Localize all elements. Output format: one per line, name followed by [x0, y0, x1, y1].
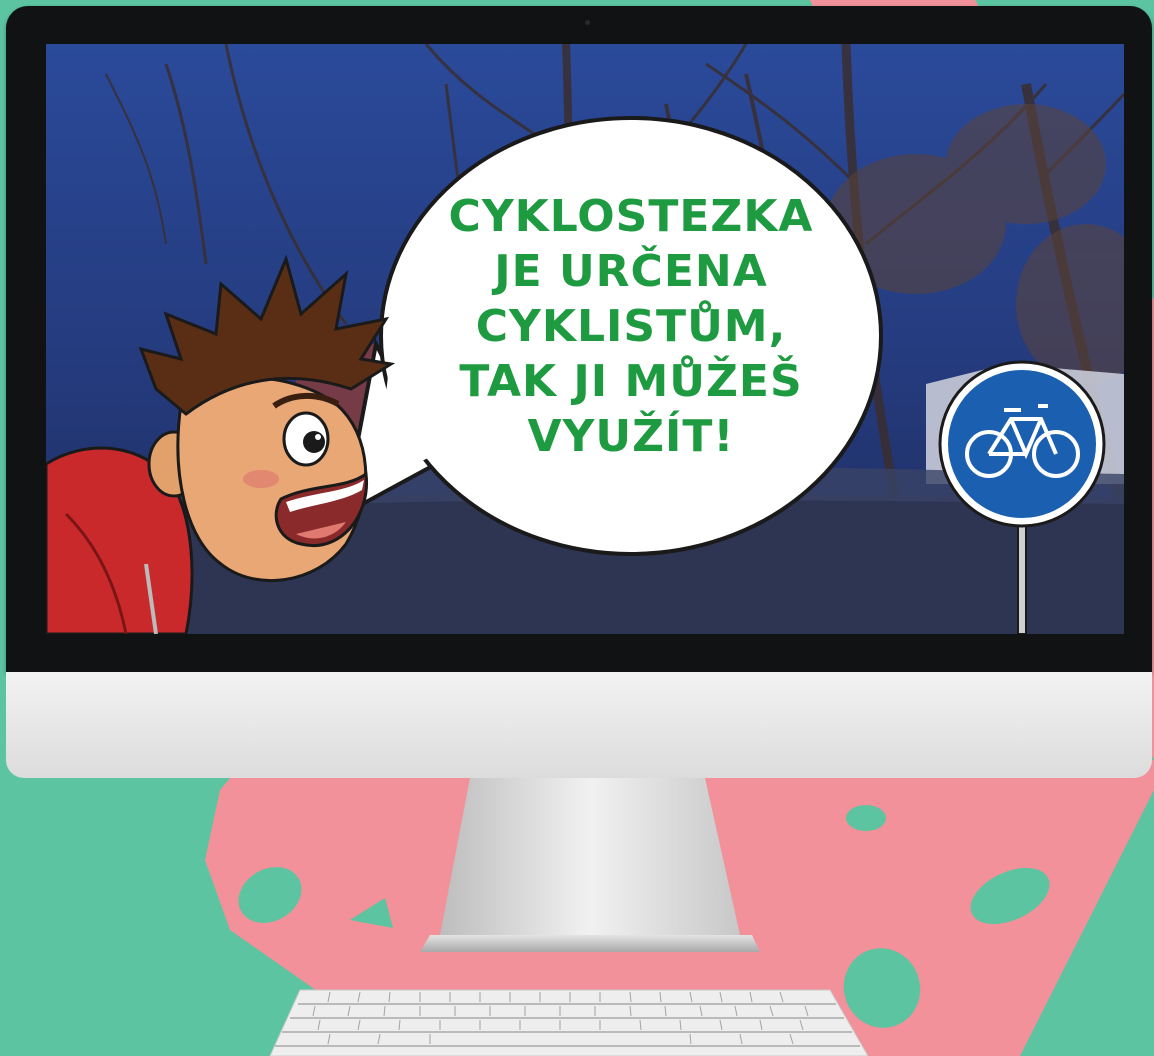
monitor-screen: CYKLOSTEZKA JE URČENA CYKLISTŮM, TAK JI … [46, 44, 1124, 634]
camera-icon [585, 20, 590, 25]
sign-pole [1017, 513, 1027, 634]
speech-line: CYKLISTŮM, [475, 301, 787, 352]
speech-line: JE URČENA [494, 246, 768, 297]
illustration-stage: CYKLOSTEZKA JE URČENA CYKLISTŮM, TAK JI … [0, 0, 1154, 1056]
monitor-chin [6, 672, 1152, 778]
speech-bubble-text: CYKLOSTEZKA JE URČENA CYKLISTŮM, TAK JI … [381, 189, 881, 464]
speech-line: VYUŽÍT! [527, 411, 735, 462]
speech-line: CYKLOSTEZKA [448, 191, 814, 242]
speech-line: TAK JI MŮŽEŠ [459, 356, 803, 407]
